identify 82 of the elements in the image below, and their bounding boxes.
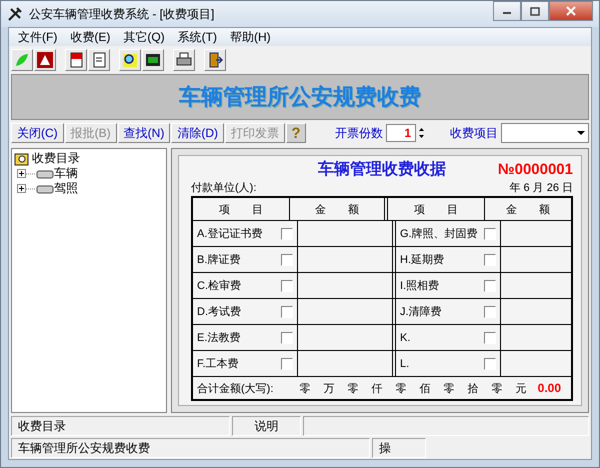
status-panel: 收费目录 [11,416,230,436]
checkbox[interactable] [281,358,293,370]
warning-icon[interactable] [34,49,56,71]
fee-item: D.考试费 [193,299,298,324]
fee-item-label: 收费项目 [450,124,498,142]
checkbox[interactable] [281,306,293,318]
amount-word: 零 [443,382,454,396]
checkbox[interactable] [281,332,293,344]
command-button[interactable]: 关闭(C) [11,123,64,143]
close-icon [566,6,576,16]
fee-item: K. [396,325,501,350]
menu-item[interactable]: 其它(Q) [118,28,173,46]
drive-icon [26,184,54,194]
fee-item: G.牌照、封固费 [396,221,501,246]
menu-item[interactable]: 收费(E) [65,28,118,46]
total-amount: 0.00 [538,381,562,395]
checkbox[interactable] [484,254,496,266]
tree-item[interactable]: 驾照 [14,181,164,196]
maximize-icon [530,6,540,16]
total-label: 合计金额(大写): [197,382,274,396]
status-panel: 车辆管理所公安规费收费 [11,438,370,458]
maximize-button[interactable] [521,1,549,21]
exit-door-icon[interactable] [204,49,226,71]
checkbox[interactable] [484,280,496,292]
minimize-button[interactable] [493,1,521,21]
caret-icon [577,130,585,136]
column-header: 项 目 [388,198,485,220]
printer-icon[interactable] [173,49,195,71]
amount-word: 零 [491,382,502,396]
fee-item: J.清障费 [396,299,501,324]
receipt-title: 车辆管理收费收据 [318,159,446,180]
copies-label: 开票份数 [335,124,383,142]
checkbox[interactable] [484,228,496,240]
command-button[interactable]: 查找(N) [118,123,170,143]
checkbox[interactable] [484,332,496,344]
receipt-number: №0000001 [498,160,573,178]
command-button[interactable]: 清除(D) [171,123,224,143]
tree-item[interactable]: 收费目录 [14,151,164,166]
status-panel: 操 [372,438,426,458]
amount-word: 拾 [467,382,478,396]
checkbox[interactable] [281,228,293,240]
expand-icon[interactable] [17,184,26,193]
fee-item-dropdown[interactable] [501,123,589,143]
banner-title: 车辆管理所公安规费收费 [179,83,421,111]
payer-label: 付款单位(人): [191,181,256,195]
drive-icon [26,168,54,178]
checkbox[interactable] [484,358,496,370]
menu-item[interactable]: 文件(F) [13,28,66,46]
leaf-icon[interactable] [11,49,33,71]
menu-item[interactable]: 系统(T) [172,28,225,46]
calculator-icon[interactable] [142,49,164,71]
tree-item[interactable]: 车辆 [14,166,164,181]
amount-word: 零 [395,382,406,396]
checkbox[interactable] [484,306,496,318]
fee-item: E.法教费 [193,325,298,350]
menu-item[interactable]: 帮助(H) [224,28,279,46]
amount-word: 万 [323,382,334,396]
tools-icon [7,6,23,22]
receipt-date: 年 6 月 26 日 [509,181,573,195]
fee-item: L. [396,351,501,376]
amount-word: 零 [347,382,358,396]
amount-word: 佰 [419,382,430,396]
document-icon[interactable] [65,49,87,71]
amount-word: 零 [299,382,310,396]
magnifier-icon[interactable] [119,49,141,71]
status-panel: 说明 [232,416,301,436]
checkbox[interactable] [281,254,293,266]
window-title: 公安车辆管理收费系统 - [收费项目] [29,6,214,22]
amount-word: 仟 [371,382,382,396]
fee-item: H.延期费 [396,247,501,272]
checkbox[interactable] [281,280,293,292]
fee-item: C.检审费 [193,273,298,298]
column-header: 项 目 [193,198,290,220]
column-header: 金 额 [290,198,388,220]
column-header: 金 额 [505,202,551,218]
close-button[interactable] [549,1,593,21]
amount-word: 元 [515,382,526,396]
fee-item: F.工本费 [193,351,298,376]
fee-item: I.照相费 [396,273,501,298]
fee-item: B.牌证费 [193,247,298,272]
expand-icon[interactable] [17,169,26,178]
fee-item: A.登记证书费 [193,221,298,246]
